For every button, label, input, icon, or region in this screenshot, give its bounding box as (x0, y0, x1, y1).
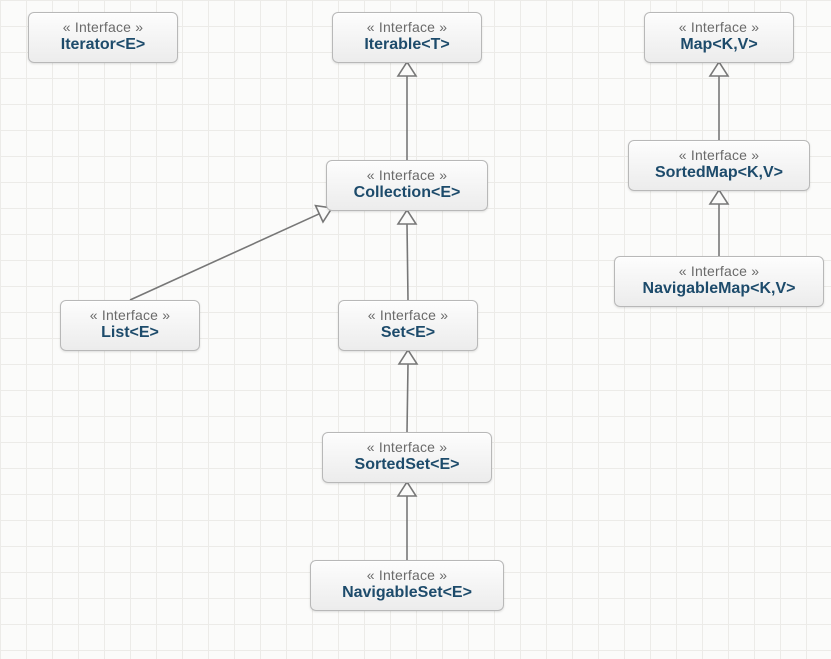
interface-name: SortedSet<E> (337, 456, 477, 474)
stereotype-label: « Interface » (659, 19, 779, 35)
interface-name: NavigableMap<K,V> (629, 280, 809, 298)
stereotype-label: « Interface » (337, 439, 477, 455)
interface-list[interactable]: « Interface »List<E> (60, 300, 200, 351)
interface-navigablemap[interactable]: « Interface »NavigableMap<K,V> (614, 256, 824, 307)
interface-name: Iterable<T> (347, 36, 467, 54)
interface-name: List<E> (75, 324, 185, 342)
stereotype-label: « Interface » (75, 307, 185, 323)
interface-name: Set<E> (353, 324, 463, 342)
stereotype-label: « Interface » (325, 567, 489, 583)
interface-name: Collection<E> (341, 184, 473, 202)
interface-name: Iterator<E> (43, 36, 163, 54)
interface-name: SortedMap<K,V> (643, 164, 795, 182)
interface-sortedset[interactable]: « Interface »SortedSet<E> (322, 432, 492, 483)
interface-collection[interactable]: « Interface »Collection<E> (326, 160, 488, 211)
interface-name: Map<K,V> (659, 36, 779, 54)
stereotype-label: « Interface » (643, 147, 795, 163)
stereotype-label: « Interface » (341, 167, 473, 183)
stereotype-label: « Interface » (629, 263, 809, 279)
stereotype-label: « Interface » (43, 19, 163, 35)
interface-iterator[interactable]: « Interface »Iterator<E> (28, 12, 178, 63)
interface-sortedmap[interactable]: « Interface »SortedMap<K,V> (628, 140, 810, 191)
stereotype-label: « Interface » (353, 307, 463, 323)
interface-iterable[interactable]: « Interface »Iterable<T> (332, 12, 482, 63)
interface-navigableset[interactable]: « Interface »NavigableSet<E> (310, 560, 504, 611)
interface-map[interactable]: « Interface »Map<K,V> (644, 12, 794, 63)
interface-set[interactable]: « Interface »Set<E> (338, 300, 478, 351)
interface-name: NavigableSet<E> (325, 584, 489, 602)
stereotype-label: « Interface » (347, 19, 467, 35)
